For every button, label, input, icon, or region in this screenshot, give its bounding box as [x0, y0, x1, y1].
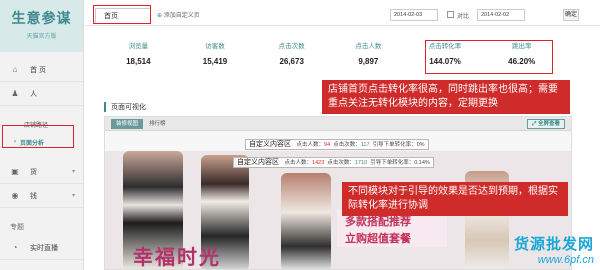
add-custom-page-link[interactable]: ⊕ 添加自定义页 — [157, 10, 200, 19]
app-title: 生意参谋 — [11, 10, 72, 26]
overlay-clicks: 117 — [360, 142, 370, 148]
overlay-label: 引导下单转化率： — [372, 142, 417, 148]
chevron-down-icon: ▾ — [71, 193, 75, 199]
app-logo[interactable]: 生意参谋 天猫官方版 — [0, 0, 83, 52]
watermark-title: 货源批发网 — [513, 236, 594, 253]
stat-value: 18,514 — [126, 57, 151, 66]
overlay-title: 自定义内容区 — [249, 141, 291, 148]
watermark-url: www.6pf.cn — [537, 254, 594, 266]
sidebar-item-people[interactable]: ♟ 人 — [0, 82, 83, 106]
sidebar-item-goods[interactable]: ▣ 货 ▾ — [0, 160, 83, 184]
highlight-box-home-tab — [93, 5, 151, 24]
highlight-box-page-analysis — [2, 125, 74, 148]
overlay-guide-rate: 0.14% — [414, 160, 430, 166]
promo-line-2: 立购超值套餐 — [345, 233, 411, 245]
overlay-label: 点击次数： — [333, 142, 361, 148]
overlay-clicks: 1710 — [354, 160, 368, 166]
person-icon: ♟ — [11, 89, 19, 98]
stat-label: 访客数 — [205, 43, 225, 50]
stat-value: 26,673 — [279, 57, 304, 66]
overlay-guide-rate: 0% — [416, 142, 425, 148]
module-overlay-2[interactable]: 自定义内容区 点击人数：1423 点击次数：1710 引导下单转化率：0.14% — [233, 157, 434, 168]
sidebar-section-label: 专题 — [10, 224, 24, 231]
section-title: 页面可视化 — [104, 102, 146, 112]
stat-clicks: 点击次数 26,673 — [253, 40, 330, 76]
money-icon: ◉ — [11, 191, 19, 200]
callout-bounce-note: 店铺首页点击转化率很高，同时跳出率也很高；需要重点关注无转化模块的内容，定期更换 — [322, 80, 570, 114]
overlay-click-users: 1423 — [312, 160, 325, 166]
stat-label: 点击人数 — [355, 43, 382, 50]
sidebar-item-money[interactable]: ◉ 钱 ▾ — [0, 184, 83, 208]
tab-ranking[interactable]: 排行榜 — [149, 119, 166, 129]
confirm-button[interactable]: 确定 — [563, 9, 579, 21]
model-image-right — [281, 173, 331, 269]
overlay-label: 点击人数： — [284, 160, 313, 166]
sidebar-item-live[interactable]: ◔ 实时直播 — [0, 236, 83, 260]
preview-toolbar: 装修视图 排行榜 ⤢ 全屏查看 — [105, 117, 571, 131]
stat-label: 点击次数 — [278, 43, 305, 50]
top-bar: 首页 ⊕ 添加自定义页 2014-02-03 对比 2014-02-02 确定 — [85, 0, 600, 26]
goods-icon: ▣ — [11, 167, 19, 176]
callout-module-note: 不同模块对于引导的效果是否达到预期，根据实际转化率进行协调 — [342, 182, 568, 216]
module-overlay-1[interactable]: 自定义内容区 点击人数：94 点击次数：117 引导下单转化率：0% — [245, 139, 429, 150]
stat-pageviews: 浏览量 18,514 — [100, 40, 177, 76]
overlay-label: 点击次数： — [327, 160, 355, 166]
stat-value: 9,897 — [358, 57, 379, 66]
sidebar-item-home[interactable]: ⌂ 首 页 — [0, 58, 83, 82]
compare-label: 对比 — [457, 14, 470, 20]
home-icon: ⌂ — [12, 65, 18, 74]
overlay-click-users: 94 — [324, 142, 331, 148]
highlight-box-conversion-stats — [425, 40, 553, 74]
stat-click-users: 点击人数 9,897 — [330, 40, 407, 76]
date-from-input[interactable]: 2014-02-03 — [390, 9, 438, 21]
sidebar-item-label: 人 — [30, 90, 37, 98]
stat-value: 15,419 — [202, 57, 228, 66]
overlay-label: 点击人数： — [296, 142, 325, 148]
add-icon: ⊕ — [157, 13, 163, 19]
sidebar-item-label: 首 页 — [30, 66, 46, 74]
watermark: 货源批发网 www.6pf.cn — [514, 233, 594, 266]
fullscreen-button[interactable]: ⤢ 全屏查看 — [527, 119, 565, 129]
date-to-input[interactable]: 2014-02-02 — [477, 9, 525, 21]
compare-checkbox[interactable] — [447, 11, 454, 18]
add-page-label: 添加自定义页 — [163, 13, 200, 19]
overlay-label: 引导下单转化率： — [370, 160, 415, 166]
fullscreen-icon: ⤢ — [532, 121, 537, 127]
chevron-down-icon: ▾ — [71, 169, 75, 175]
app-subtitle: 天猫官方版 — [26, 34, 57, 40]
sidebar-item-label: 钱 — [30, 192, 37, 200]
overlay-title: 自定义内容区 — [237, 159, 279, 166]
live-icon: ◔ — [12, 243, 18, 252]
stat-label: 浏览量 — [128, 43, 149, 50]
fullscreen-label: 全屏查看 — [537, 121, 560, 127]
sidebar-item-label: 货 — [30, 168, 37, 176]
tab-decoration-view[interactable]: 装修视图 — [111, 119, 144, 129]
banner-text: 幸福时光 — [133, 245, 221, 269]
stat-visitors: 访客数 15,419 — [177, 40, 254, 76]
sidebar-item-label: 实时直播 — [30, 244, 58, 252]
